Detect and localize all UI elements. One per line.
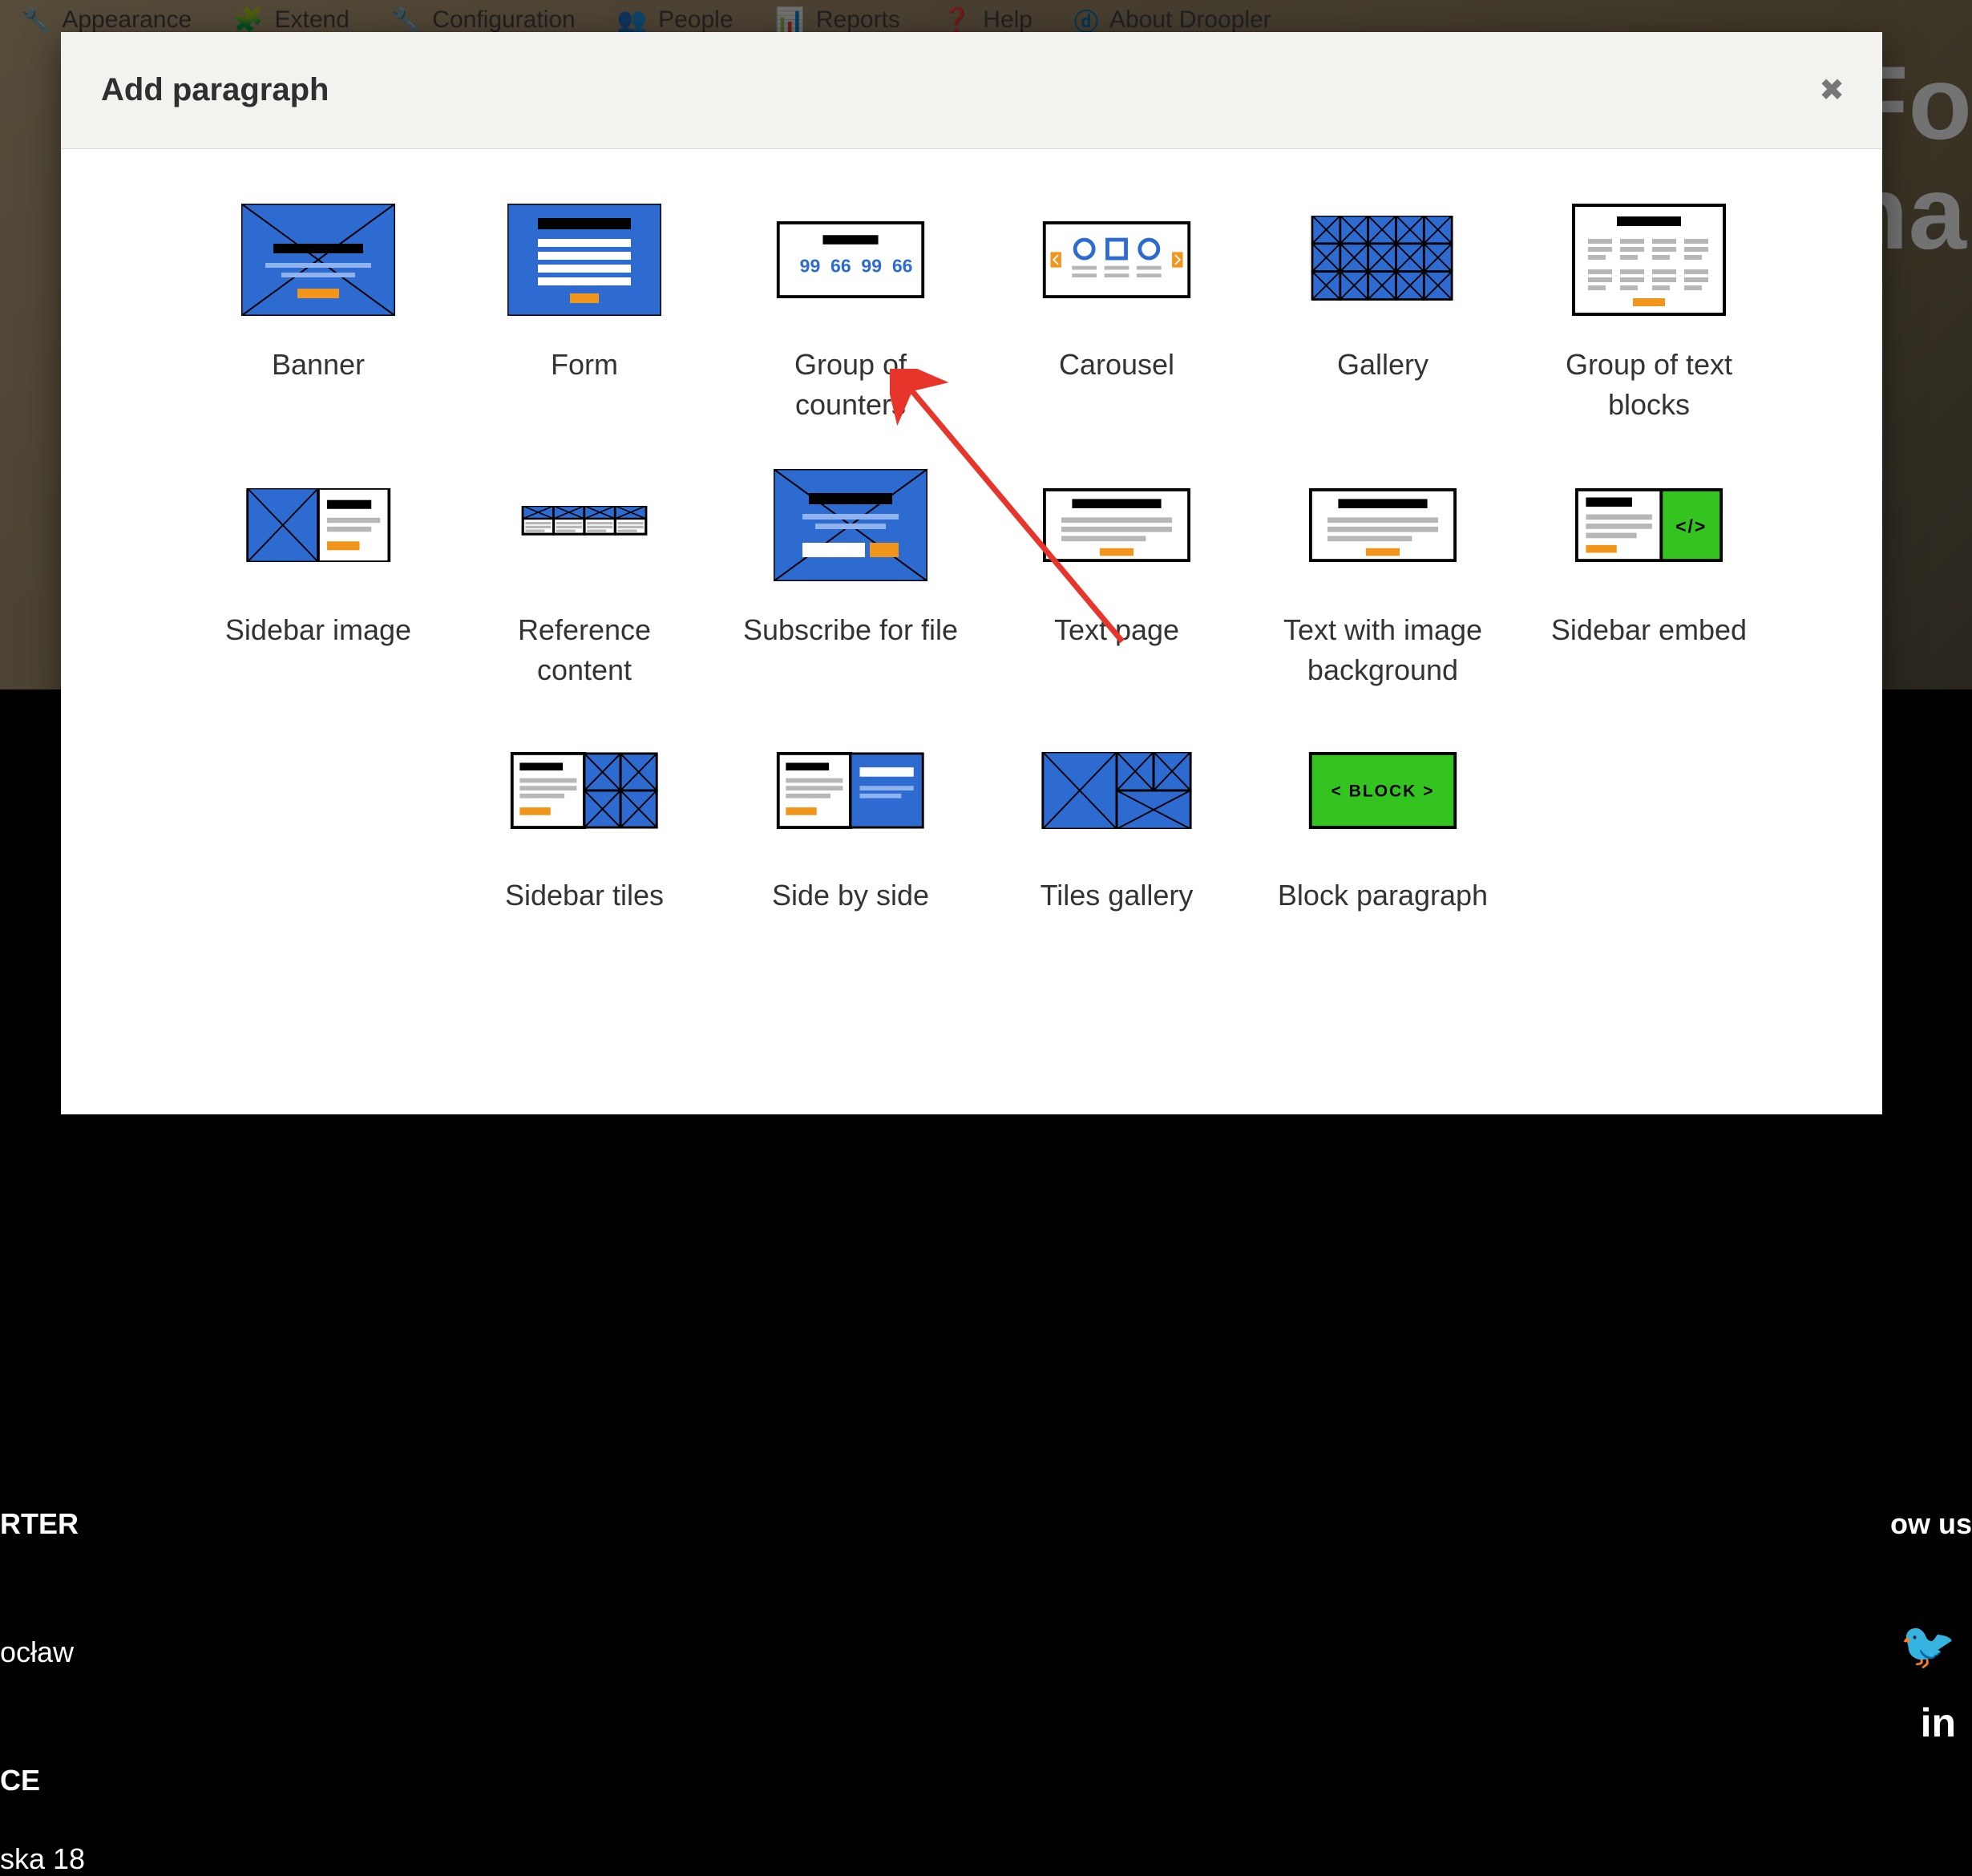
svg-text:< BLOCK >: < BLOCK > xyxy=(1332,782,1435,800)
text-bg-thumb xyxy=(1306,469,1460,581)
subscribe-thumb xyxy=(774,469,927,581)
paragraph-label: Sidebar embed xyxy=(1551,610,1747,650)
paragraph-type-tiles-gallery[interactable]: Tiles gallery xyxy=(988,728,1246,922)
paragraph-type-reference-content[interactable]: Reference content xyxy=(455,463,713,697)
paragraph-type-group-of-text-blocks[interactable]: Group of text blocks xyxy=(1520,197,1778,432)
paragraph-label: Sidebar tiles xyxy=(505,875,664,916)
svg-text:66: 66 xyxy=(830,255,851,276)
paragraph-label: Group of text blocks xyxy=(1537,345,1761,426)
paragraph-label: Group of counters xyxy=(738,345,963,426)
reference-thumb xyxy=(507,469,661,581)
linkedin-icon[interactable]: in xyxy=(1921,1700,1956,1746)
paragraph-label: Gallery xyxy=(1337,345,1428,385)
banner-thumb xyxy=(241,204,395,316)
modal-title: Add paragraph xyxy=(101,72,329,108)
paragraph-label: Reference content xyxy=(472,610,697,691)
footer-ce-label: CE xyxy=(0,1764,40,1797)
paragraph-type-subscribe-for-file[interactable]: Subscribe for file xyxy=(721,463,980,697)
paragraph-type-text-with-image-background[interactable]: Text with image background xyxy=(1254,463,1512,697)
add-paragraph-modal: Add paragraph ✖ Banner Form xyxy=(61,32,1882,1114)
close-icon: ✖ xyxy=(1819,72,1845,108)
paragraph-type-form[interactable]: Form xyxy=(455,197,713,432)
paragraph-type-group-of-counters[interactable]: 99 66 99 66 Group of counters xyxy=(721,197,980,432)
paragraph-label: Form xyxy=(551,345,618,385)
sidebar-image-thumb xyxy=(241,469,395,581)
footer-street: ska 18 xyxy=(0,1842,85,1876)
footer-follow: ow us xyxy=(1890,1507,1972,1541)
twitter-icon[interactable]: 🐦 xyxy=(1900,1619,1956,1672)
paragraph-label: Subscribe for file xyxy=(743,610,958,650)
svg-text:</>: </> xyxy=(1675,515,1707,536)
paragraph-type-gallery[interactable]: Gallery xyxy=(1254,197,1512,432)
paragraph-type-sidebar-embed[interactable]: </> Sidebar embed xyxy=(1520,463,1778,697)
footer-hq-label: RTER xyxy=(0,1507,79,1541)
paragraph-type-sidebar-image[interactable]: Sidebar image xyxy=(189,463,447,697)
paragraph-label: Text page xyxy=(1054,610,1179,650)
paragraph-type-sidebar-tiles[interactable]: Sidebar tiles xyxy=(455,728,713,922)
paragraph-type-grid: Banner Form 99 66 99 66 Group of counters xyxy=(189,197,1778,922)
side-by-side-thumb xyxy=(774,734,927,847)
paragraph-label: Side by side xyxy=(772,875,929,916)
paragraph-label: Block paragraph xyxy=(1278,875,1488,916)
modal-header: Add paragraph ✖ xyxy=(61,32,1882,149)
paragraph-label: Tiles gallery xyxy=(1041,875,1194,916)
svg-text:99: 99 xyxy=(861,255,882,276)
paragraph-type-banner[interactable]: Banner xyxy=(189,197,447,432)
gallery-thumb xyxy=(1306,204,1460,316)
paragraph-type-text-page[interactable]: Text page xyxy=(988,463,1246,697)
svg-text:99: 99 xyxy=(800,255,821,276)
sidebar-tiles-thumb xyxy=(507,734,661,847)
block-paragraph-thumb: < BLOCK > xyxy=(1306,734,1460,847)
text-blocks-thumb xyxy=(1572,204,1726,316)
text-page-thumb xyxy=(1040,469,1194,581)
svg-text:66: 66 xyxy=(892,255,913,276)
form-thumb xyxy=(507,204,661,316)
paragraph-type-carousel[interactable]: Carousel xyxy=(988,197,1246,432)
close-button[interactable]: ✖ xyxy=(1813,72,1850,109)
paragraph-label: Banner xyxy=(272,345,365,385)
tiles-gallery-thumb xyxy=(1040,734,1194,847)
paragraph-label: Carousel xyxy=(1059,345,1174,385)
counters-thumb: 99 66 99 66 xyxy=(774,204,927,316)
paragraph-label: Sidebar image xyxy=(225,610,411,650)
sidebar-embed-thumb: </> xyxy=(1572,469,1726,581)
modal-body-scroll[interactable]: Banner Form 99 66 99 66 Group of counters xyxy=(61,149,1882,1114)
carousel-thumb xyxy=(1040,204,1194,316)
paragraph-label: Text with image background xyxy=(1271,610,1495,691)
paragraph-type-side-by-side[interactable]: Side by side xyxy=(721,728,980,922)
footer-city: ocław xyxy=(0,1635,74,1669)
paragraph-type-block-paragraph[interactable]: < BLOCK > Block paragraph xyxy=(1254,728,1512,922)
